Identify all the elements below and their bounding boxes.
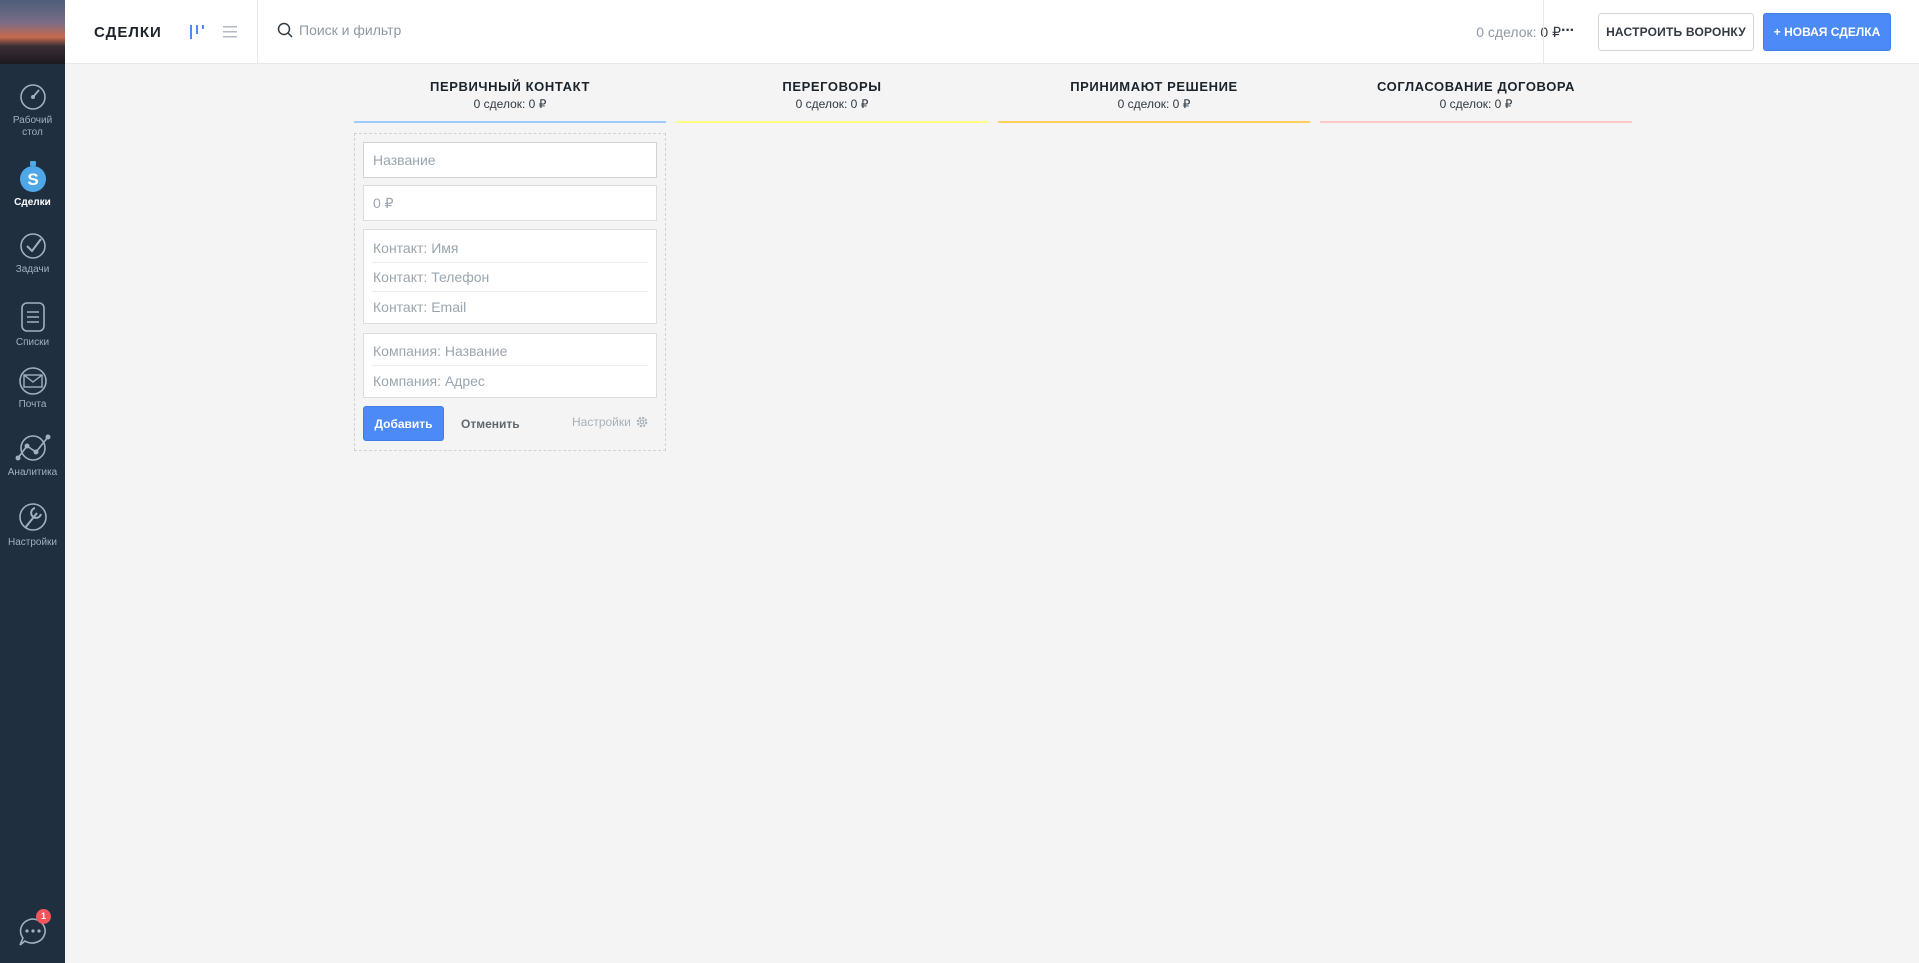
new-deal-button[interactable]: + НОВАЯ СДЕЛКА bbox=[1763, 13, 1891, 51]
sidebar-item-settings[interactable]: Настройки bbox=[0, 498, 65, 549]
contact-email-input[interactable] bbox=[372, 292, 648, 321]
deals-summary: 0 сделок: 0 ₽ bbox=[1476, 24, 1561, 41]
user-avatar[interactable] bbox=[0, 0, 65, 64]
contact-name-input[interactable] bbox=[372, 234, 648, 263]
sidebar-item-label: Настройки bbox=[7, 537, 58, 548]
company-address-input[interactable] bbox=[372, 366, 648, 395]
cancel-button[interactable]: Отменить bbox=[455, 406, 525, 441]
deal-name-input[interactable] bbox=[364, 143, 656, 177]
deals-icon: S bbox=[19, 161, 46, 192]
stage-line bbox=[998, 121, 1310, 123]
column-header-primary-contact: ПЕРВИЧНЫЙ КОНТАКТ 0 сделок: 0 ₽ bbox=[354, 78, 666, 112]
sidebar: Рабочий стол S Сделки Задачи Списки Почт… bbox=[0, 0, 65, 963]
stage-line bbox=[1320, 121, 1632, 123]
column-count: 0 сделок: 0 ₽ bbox=[473, 97, 547, 111]
top-bar: СДЕЛКИ 0 сделок: 0 ₽ ··· НАСТРОИТЬ ВОРОН… bbox=[65, 0, 1919, 64]
column-count: 0 сделок: 0 ₽ bbox=[795, 97, 869, 111]
quick-add-form: Добавить Отменить Настройки bbox=[354, 133, 666, 451]
sidebar-item-deals[interactable]: S Сделки bbox=[0, 160, 65, 209]
column-title: ПЕРВИЧНЫЙ КОНТАКТ bbox=[430, 79, 590, 94]
sidebar-item-dashboard[interactable]: Рабочий стол bbox=[0, 82, 65, 139]
divider bbox=[257, 0, 258, 64]
summary-count: 0 сделок: bbox=[1476, 24, 1537, 40]
svg-text:S: S bbox=[27, 170, 38, 189]
deal-price-field[interactable] bbox=[363, 185, 657, 221]
sidebar-item-label: Рабочий стол bbox=[12, 115, 53, 138]
more-button[interactable]: ··· bbox=[1561, 22, 1585, 42]
column-title: СОГЛАСОВАНИЕ ДОГОВОРА bbox=[1376, 79, 1576, 94]
divider bbox=[1543, 0, 1544, 64]
column-count: 0 сделок: 0 ₽ bbox=[1117, 97, 1191, 111]
sidebar-item-tasks[interactable]: Задачи bbox=[0, 231, 65, 276]
analytics-icon bbox=[15, 434, 50, 461]
page-title: СДЕЛКИ bbox=[94, 24, 162, 41]
form-settings-label: Настройки bbox=[572, 415, 631, 429]
sidebar-item-label: Почта bbox=[18, 399, 47, 410]
sidebar-item-label: Сделки bbox=[14, 197, 51, 208]
deal-price-input[interactable] bbox=[364, 186, 656, 220]
deal-name-field[interactable] bbox=[363, 142, 657, 178]
search-icon bbox=[277, 22, 293, 38]
search-bar[interactable] bbox=[277, 22, 599, 38]
column-title: ПРИНИМАЮТ РЕШЕНИЕ bbox=[1070, 79, 1238, 94]
column-header-contract: СОГЛАСОВАНИЕ ДОГОВОРА 0 сделок: 0 ₽ bbox=[1320, 78, 1632, 112]
lists-icon bbox=[20, 302, 45, 332]
column-header-negotiations: ПЕРЕГОВОРЫ 0 сделок: 0 ₽ bbox=[676, 78, 988, 112]
mail-icon bbox=[18, 367, 47, 395]
tasks-icon bbox=[19, 233, 46, 259]
sidebar-item-analytics[interactable]: Аналитика bbox=[0, 432, 65, 479]
dashboard-icon bbox=[19, 84, 46, 110]
sidebar-item-label: Задачи bbox=[15, 264, 50, 275]
setup-pipeline-button[interactable]: НАСТРОИТЬ ВОРОНКУ bbox=[1598, 13, 1754, 51]
column-count: 0 сделок: 0 ₽ bbox=[1439, 97, 1513, 111]
add-button[interactable]: Добавить bbox=[363, 406, 444, 441]
column-title: ПЕРЕГОВОРЫ bbox=[782, 79, 882, 94]
sidebar-item-lists[interactable]: Списки bbox=[0, 300, 65, 349]
company-name-input[interactable] bbox=[372, 337, 648, 366]
gear-icon bbox=[636, 416, 648, 428]
stage-line bbox=[354, 121, 666, 123]
sidebar-item-label: Списки bbox=[15, 337, 50, 348]
sidebar-item-mail[interactable]: Почта bbox=[0, 366, 65, 411]
company-fields bbox=[363, 333, 657, 398]
pipeline-view-icon[interactable] bbox=[188, 23, 206, 41]
list-view-icon[interactable] bbox=[222, 24, 238, 40]
stage-line bbox=[676, 121, 988, 123]
column-header-decision: ПРИНИМАЮТ РЕШЕНИЕ 0 сделок: 0 ₽ bbox=[998, 78, 1310, 112]
chat-badge: 1 bbox=[36, 909, 51, 924]
wrench-icon bbox=[18, 503, 47, 531]
search-input[interactable] bbox=[299, 22, 599, 38]
sidebar-item-label: Аналитика bbox=[7, 467, 58, 478]
contact-fields bbox=[363, 229, 657, 324]
form-settings-link[interactable]: Настройки bbox=[572, 415, 649, 429]
contact-phone-input[interactable] bbox=[372, 263, 648, 292]
